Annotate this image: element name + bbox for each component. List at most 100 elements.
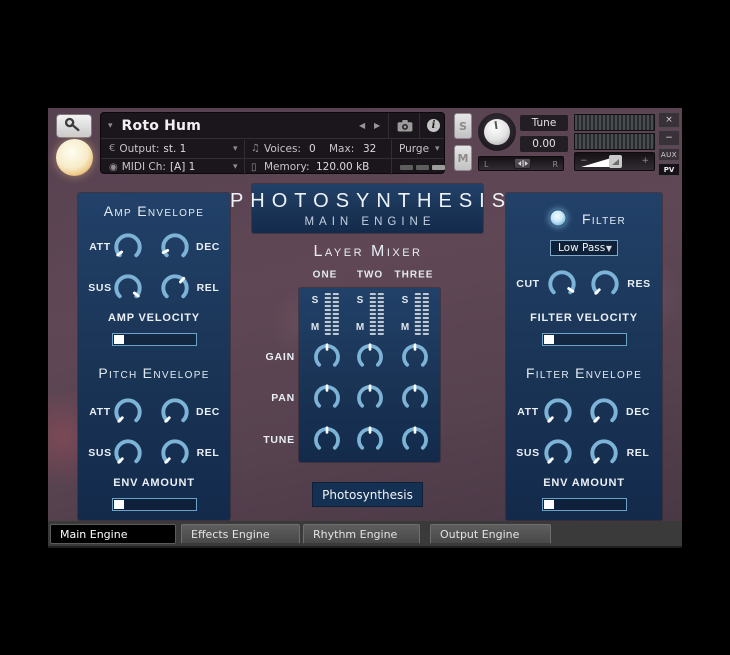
pan-handle[interactable]	[514, 158, 531, 169]
output-value[interactable]: st. 1	[163, 143, 186, 155]
output-dropdown-caret[interactable]: ▾	[233, 144, 238, 154]
layer-one-mute-button[interactable]: M	[311, 322, 319, 333]
tune-knob-one[interactable]	[310, 423, 344, 457]
purge-button[interactable]: Purge	[399, 143, 429, 155]
mute-label: M	[458, 152, 469, 165]
info-icon[interactable]: i	[427, 119, 440, 132]
prev-instrument-icon[interactable]: ◀	[359, 121, 365, 130]
pan-knob-one[interactable]	[310, 381, 344, 415]
minimize-icon[interactable]: −	[658, 130, 680, 146]
edit-wrench-button[interactable]	[56, 114, 92, 138]
pitch-env-amount-label: ENV AMOUNT	[113, 477, 195, 489]
output-label: Output:	[119, 143, 159, 155]
volume-slider[interactable]: − +	[574, 152, 655, 171]
midi-value[interactable]: [A] 1	[170, 161, 195, 173]
tune-row-label: TUNE	[263, 434, 295, 446]
res-label: RES	[627, 278, 650, 290]
gain-row-label: GAIN	[266, 351, 295, 363]
aux-button[interactable]: AUX	[658, 148, 680, 161]
tune-knob-two[interactable]	[353, 423, 387, 457]
memory-value: 120.00 kB	[316, 161, 369, 173]
fenv-sustain-knob[interactable]	[540, 435, 576, 471]
memory-icon: ▯	[251, 162, 257, 173]
pitch-env-amount-fill	[114, 500, 124, 509]
pv-label: PV	[664, 166, 675, 174]
amp-sustain-knob[interactable]	[110, 270, 146, 306]
filter-type-dropdown[interactable]: Low Pass ▼	[550, 240, 618, 256]
filter-title: Filter	[582, 211, 626, 227]
divider	[388, 113, 389, 139]
pitch-release-knob[interactable]	[157, 435, 193, 471]
tab-label: Output Engine	[440, 528, 519, 541]
filter-resonance-knob[interactable]	[587, 266, 623, 302]
fenv-attack-knob[interactable]	[540, 394, 576, 430]
fenv-amount-slider[interactable]	[542, 498, 627, 511]
close-glyph: ×	[665, 115, 673, 125]
solo-button[interactable]: S	[454, 113, 472, 139]
layer-two-mute-button[interactable]: M	[356, 322, 364, 333]
amp-attack-knob[interactable]	[110, 229, 146, 265]
amp-velocity-fill	[114, 335, 124, 344]
pan-row-label: PAN	[271, 392, 295, 404]
layer-two-solo-button[interactable]: S	[357, 295, 364, 306]
tune-knob-three[interactable]	[398, 423, 432, 457]
close-icon[interactable]: ×	[658, 112, 680, 128]
pan-left-label: L	[484, 160, 488, 169]
filter-cutoff-knob[interactable]	[544, 266, 580, 302]
engine-tab-bar: Main Engine Effects Engine Rhythm Engine…	[48, 521, 682, 548]
pan-knob-three[interactable]	[398, 381, 432, 415]
layer-three-mute-button[interactable]: M	[401, 322, 409, 333]
pitch-sustain-knob[interactable]	[110, 435, 146, 471]
master-tune-knob[interactable]	[478, 113, 516, 151]
snapshot-camera-icon[interactable]	[397, 120, 413, 135]
fenv-release-knob[interactable]	[586, 435, 622, 471]
pan-knob-two[interactable]	[353, 381, 387, 415]
tab-effects-engine[interactable]: Effects Engine	[181, 524, 300, 544]
filter-type-value: Low Pass	[558, 242, 605, 254]
header-output-row: € Output: st. 1 ▾ ♫ Voices: 0 Max: 32 Pu…	[101, 140, 444, 157]
layer-two-meter-r	[378, 293, 384, 335]
layer-two-sm-meters: S M	[356, 292, 384, 336]
tab-rhythm-engine[interactable]: Rhythm Engine	[303, 524, 420, 544]
gain-knob-three[interactable]	[398, 340, 432, 374]
max-label: Max:	[329, 143, 354, 155]
pitch-att-label: ATT	[89, 406, 110, 418]
amp-release-knob[interactable]	[157, 270, 193, 306]
amp-velocity-slider[interactable]	[112, 333, 197, 346]
pitch-env-amount-slider[interactable]	[112, 498, 197, 511]
pan-slider[interactable]: L R	[478, 156, 564, 171]
tune-knob-cap	[484, 119, 510, 145]
layer-three-solo-button[interactable]: S	[402, 295, 409, 306]
instrument-dropdown-caret[interactable]: ▾	[108, 121, 113, 131]
pan-handle-icon	[517, 159, 529, 168]
header-midi-row: ◉ MIDI Ch: [A] 1 ▾ ▯ Memory: 120.00 kB	[101, 158, 444, 175]
layer-two-meter-l	[370, 293, 376, 335]
preset-name-button[interactable]: Photosynthesis	[312, 482, 423, 507]
midi-dropdown-caret[interactable]: ▾	[233, 162, 238, 172]
gain-knob-one[interactable]	[310, 340, 344, 374]
level-meter-left	[574, 114, 655, 131]
pv-button[interactable]: PV	[658, 163, 680, 176]
amp-decay-knob[interactable]	[157, 229, 193, 265]
column-one-label: ONE	[313, 270, 338, 281]
pitch-decay-knob[interactable]	[157, 394, 193, 430]
next-instrument-icon[interactable]: ▶	[374, 121, 380, 130]
pitch-attack-knob[interactable]	[110, 394, 146, 430]
divider	[419, 113, 420, 139]
voices-icon: ♫	[251, 143, 260, 154]
filter-velocity-slider[interactable]	[542, 333, 627, 346]
pitch-sus-label: SUS	[88, 447, 111, 459]
tab-output-engine[interactable]: Output Engine	[430, 524, 551, 544]
filter-velocity-fill	[544, 335, 554, 344]
layer-one-solo-button[interactable]: S	[312, 295, 319, 306]
tab-main-engine[interactable]: Main Engine	[50, 524, 176, 544]
instrument-name[interactable]: Roto Hum	[122, 118, 201, 134]
gain-knob-two[interactable]	[353, 340, 387, 374]
tune-value-box[interactable]: 0.00	[520, 136, 568, 152]
filter-enable-led[interactable]	[550, 210, 567, 227]
purge-dropdown-caret[interactable]: ▾	[435, 144, 440, 154]
mute-button[interactable]: M	[454, 145, 472, 171]
fenv-decay-knob[interactable]	[586, 394, 622, 430]
midi-label: MIDI Ch:	[122, 161, 166, 173]
pitch-rel-label: REL	[197, 447, 220, 459]
